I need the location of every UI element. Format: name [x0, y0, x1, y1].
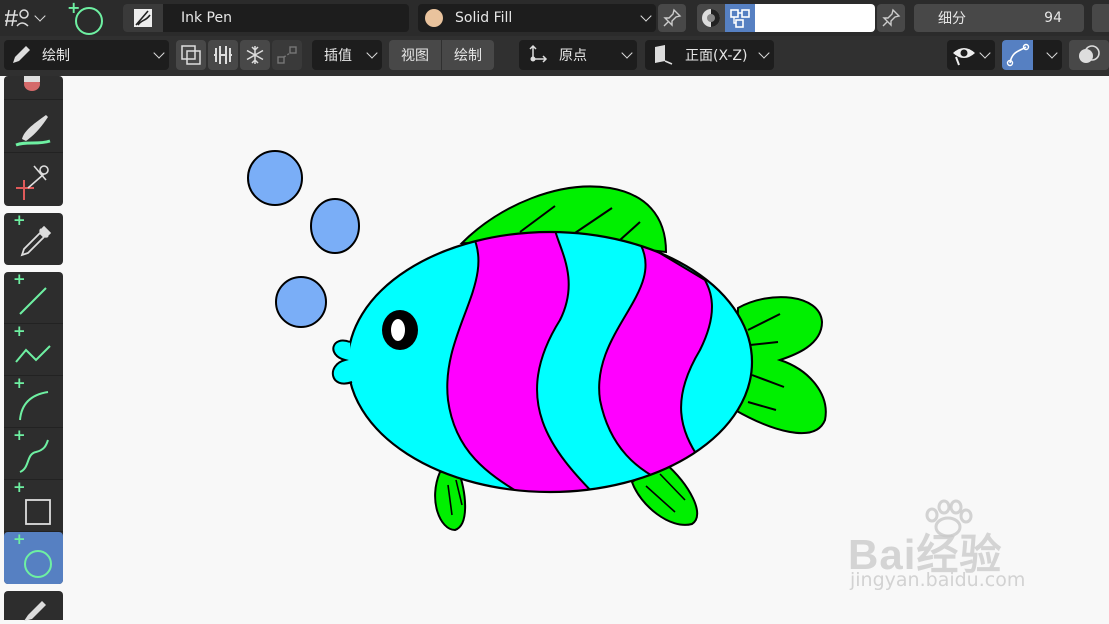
link-toggle[interactable]: [272, 40, 302, 70]
orientation-label: 正面(X-Z): [685, 48, 748, 64]
chevron-down-icon: [153, 47, 165, 59]
chevron-down-icon: [979, 47, 991, 59]
mode-label: 绘制: [42, 48, 70, 64]
stroke-placement-icon: [5, 9, 29, 27]
annotate-pencil-icon: [24, 601, 46, 621]
cutter-scissors-icon: [16, 165, 49, 200]
circle-icon: [24, 550, 52, 578]
tool-group-sample: +: [4, 213, 63, 265]
tool-erase[interactable]: [4, 76, 63, 100]
front-plane-icon: [655, 45, 673, 65]
baidu-watermark: Bai经验 jingyan.baidu.com: [848, 497, 1058, 597]
tool-group-shapes: + + + + + +: [4, 272, 63, 584]
header-overflow-widget[interactable]: [1092, 4, 1109, 32]
overlay-circles-icon: [1079, 45, 1100, 63]
tool-group-annotate: [4, 591, 63, 621]
header-bar: + Ink Pen Solid Fill 细分 94: [0, 0, 1109, 36]
pin-material-button[interactable]: [658, 4, 686, 32]
curve-icon: [19, 439, 49, 473]
tool-shelf: + + + + + + +: [0, 76, 66, 621]
origin-selector[interactable]: 原点: [519, 40, 637, 70]
tool-cutter[interactable]: [4, 154, 63, 206]
eyedropper-icon: [20, 225, 52, 257]
pin-icon: [882, 8, 901, 27]
brush-selector[interactable]: Ink Pen: [123, 4, 409, 32]
tool-tint[interactable]: [4, 101, 63, 153]
tool-polyline[interactable]: +: [4, 324, 63, 376]
view-menu-label: 视图: [401, 48, 429, 64]
chevron-down-icon: [366, 47, 378, 59]
interpolate-menu[interactable]: 插值: [312, 40, 382, 70]
axis-origin-icon: [529, 44, 548, 63]
chevron-down-icon: [1046, 47, 1058, 59]
freeze-toggle[interactable]: [240, 40, 270, 70]
gizmo-toggle[interactable]: [1002, 40, 1033, 70]
ink-pen-icon: [134, 9, 152, 27]
orientation-selector[interactable]: 正面(X-Z): [645, 40, 774, 70]
tool-eyedropper[interactable]: +: [4, 213, 63, 265]
pencil-icon: [13, 46, 30, 63]
chevron-down-icon: [640, 10, 652, 22]
tool-arc[interactable]: +: [4, 376, 63, 428]
brush-preview[interactable]: [123, 4, 163, 32]
pin-color-button[interactable]: [877, 4, 905, 32]
subdivide-field[interactable]: 细分 94: [914, 4, 1084, 32]
weight-toggle[interactable]: [208, 40, 238, 70]
chevron-down-icon: [621, 47, 633, 59]
pin-icon: [663, 8, 682, 27]
tool-box[interactable]: +: [4, 480, 63, 532]
tint-brush-icon: [15, 115, 51, 147]
line-icon: [19, 287, 47, 315]
stroke-placement-menu[interactable]: [4, 4, 50, 32]
texture-nodes-icon: [730, 9, 750, 28]
draw-menu[interactable]: 绘制: [442, 40, 494, 70]
snowflake-icon: [246, 46, 264, 64]
color-field[interactable]: [755, 4, 875, 32]
tool-circle[interactable]: +: [4, 532, 63, 584]
tool-curve[interactable]: +: [4, 428, 63, 480]
plus-icon: +: [67, 0, 81, 17]
dumbbell-icon: [214, 46, 232, 64]
visibility-menu[interactable]: [947, 40, 995, 70]
tool-annotate[interactable]: [4, 591, 63, 621]
material-swatch-icon: [425, 9, 443, 27]
gizmo-menu[interactable]: [1033, 40, 1062, 70]
chevron-down-icon: [758, 47, 770, 59]
view-menu[interactable]: 视图: [389, 40, 441, 70]
material-selector[interactable]: Solid Fill: [418, 4, 656, 32]
bubble-large: [247, 150, 303, 206]
active-tool-indicator: +: [64, 0, 108, 36]
brush-name: Ink Pen: [181, 10, 232, 26]
subdivide-value: 94: [1044, 10, 1062, 26]
vertex-color-mode-button[interactable]: [697, 4, 725, 32]
arc-icon: [19, 391, 49, 421]
eye-icon: [953, 48, 975, 66]
watermark-url: jingyan.baidu.com: [850, 569, 1026, 591]
interpolate-label: 插值: [324, 48, 352, 64]
bubble-small: [275, 276, 327, 328]
color-wheel-icon: [702, 9, 720, 27]
box-icon: [25, 499, 51, 525]
dotted-link-icon: [277, 46, 297, 64]
overlay-toggle[interactable]: [1069, 40, 1109, 70]
fish-mouth: [331, 339, 353, 385]
mode-selector[interactable]: 绘制: [4, 40, 169, 70]
eraser-icon: [24, 76, 40, 91]
subdivide-label: 细分: [938, 11, 966, 27]
polyline-icon: [15, 345, 51, 363]
origin-label: 原点: [559, 48, 587, 64]
layers-overlap-icon: [181, 45, 201, 65]
bubble-medium: [310, 198, 360, 254]
tool-group-edit: [4, 76, 63, 206]
tool-settings-bar: 绘制 插值 视图 绘制 原点 正面(X-Z): [0, 36, 1109, 76]
tool-line[interactable]: +: [4, 272, 63, 324]
chevron-down-icon: [34, 10, 46, 22]
texture-mode-button[interactable]: [725, 4, 755, 32]
draw-menu-label: 绘制: [454, 48, 482, 64]
multiframe-toggle[interactable]: [176, 40, 206, 70]
material-name: Solid Fill: [455, 10, 513, 26]
curve-handles-icon: [1006, 43, 1029, 67]
